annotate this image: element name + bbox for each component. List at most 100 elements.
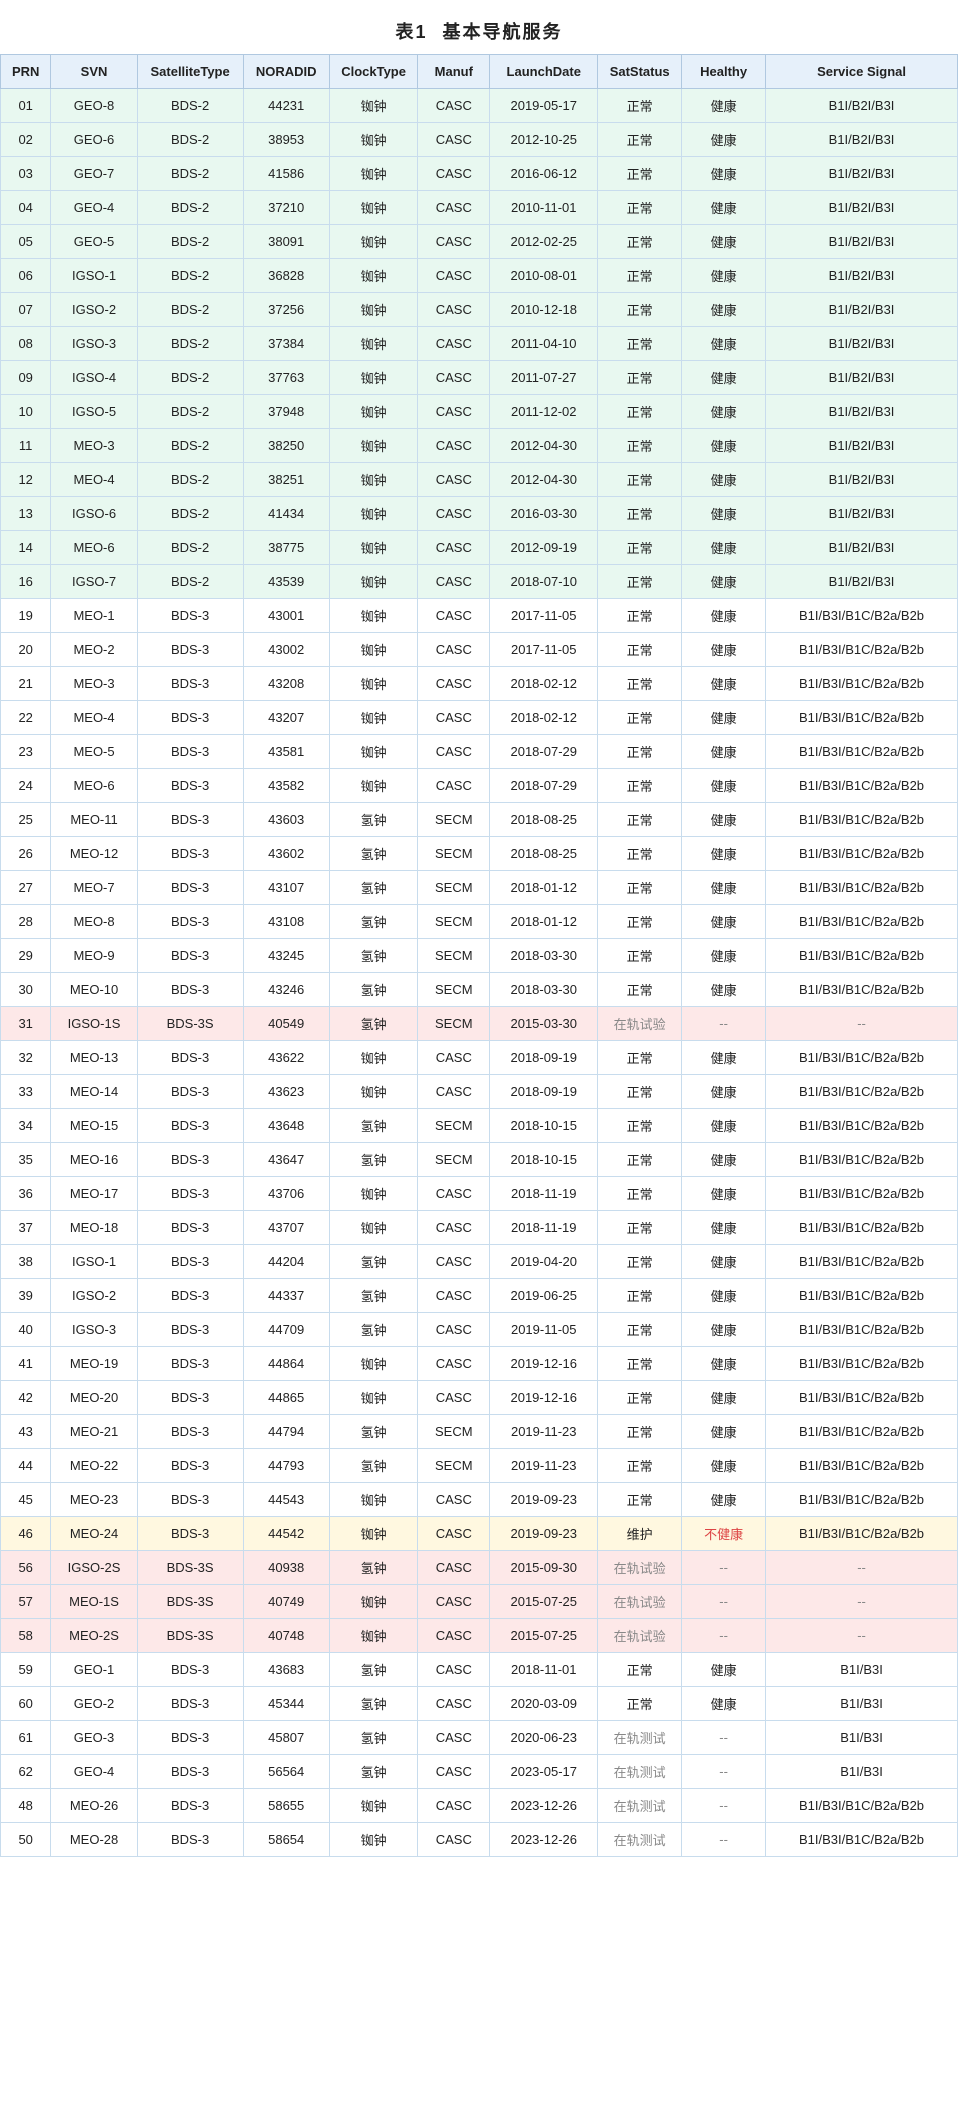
cell-signal: B1I/B2I/B3I — [766, 361, 958, 395]
cell-launch: 2011-12-02 — [490, 395, 598, 429]
cell-sattype: BDS-3 — [137, 905, 243, 939]
cell-noradid: 37763 — [243, 361, 329, 395]
cell-prn: 10 — [1, 395, 51, 429]
cell-clock: 铷钟 — [329, 463, 417, 497]
cell-sattype: BDS-3 — [137, 735, 243, 769]
cell-satstatus: 正常 — [598, 293, 682, 327]
cell-launch: 2019-11-23 — [490, 1449, 598, 1483]
table-row: 58MEO-2SBDS-3S40748铷钟CASC2015-07-25在轨试验-… — [1, 1619, 958, 1653]
cell-healthy: 健康 — [682, 1381, 766, 1415]
cell-healthy: 健康 — [682, 735, 766, 769]
cell-sattype: BDS-2 — [137, 293, 243, 327]
cell-manuf: CASC — [418, 1279, 490, 1313]
cell-healthy: 健康 — [682, 191, 766, 225]
cell-svn: MEO-8 — [51, 905, 137, 939]
cell-prn: 05 — [1, 225, 51, 259]
cell-noradid: 44543 — [243, 1483, 329, 1517]
cell-healthy: -- — [682, 1789, 766, 1823]
cell-clock: 铷钟 — [329, 497, 417, 531]
cell-signal: B1I/B3I/B1C/B2a/B2b — [766, 1347, 958, 1381]
cell-satstatus: 正常 — [598, 837, 682, 871]
cell-prn: 42 — [1, 1381, 51, 1415]
cell-prn: 62 — [1, 1755, 51, 1789]
col-header-prn: PRN — [1, 55, 51, 89]
cell-signal: B1I/B3I/B1C/B2a/B2b — [766, 701, 958, 735]
cell-noradid: 43208 — [243, 667, 329, 701]
cell-noradid: 38775 — [243, 531, 329, 565]
cell-prn: 21 — [1, 667, 51, 701]
cell-sattype: BDS-3 — [137, 1381, 243, 1415]
cell-prn: 41 — [1, 1347, 51, 1381]
cell-sattype: BDS-2 — [137, 395, 243, 429]
cell-prn: 23 — [1, 735, 51, 769]
cell-manuf: SECM — [418, 1415, 490, 1449]
cell-prn: 14 — [1, 531, 51, 565]
cell-satstatus: 正常 — [598, 1211, 682, 1245]
cell-launch: 2019-11-23 — [490, 1415, 598, 1449]
col-header-satstatus: SatStatus — [598, 55, 682, 89]
cell-sattype: BDS-3 — [137, 1449, 243, 1483]
cell-launch: 2018-07-29 — [490, 769, 598, 803]
cell-svn: IGSO-5 — [51, 395, 137, 429]
cell-launch: 2010-11-01 — [490, 191, 598, 225]
cell-prn: 13 — [1, 497, 51, 531]
cell-healthy: 健康 — [682, 565, 766, 599]
cell-noradid: 43683 — [243, 1653, 329, 1687]
cell-satstatus: 在轨测试 — [598, 1823, 682, 1857]
table-row: 13IGSO-6BDS-241434铷钟CASC2016-03-30正常健康B1… — [1, 497, 958, 531]
cell-manuf: SECM — [418, 973, 490, 1007]
cell-prn: 50 — [1, 1823, 51, 1857]
cell-launch: 2020-03-09 — [490, 1687, 598, 1721]
cell-launch: 2018-03-30 — [490, 939, 598, 973]
cell-signal: B1I/B3I/B1C/B2a/B2b — [766, 973, 958, 1007]
cell-manuf: CASC — [418, 157, 490, 191]
table-row: 20MEO-2BDS-343002铷钟CASC2017-11-05正常健康B1I… — [1, 633, 958, 667]
table-row: 40IGSO-3BDS-344709氢钟CASC2019-11-05正常健康B1… — [1, 1313, 958, 1347]
cell-clock: 氢钟 — [329, 1755, 417, 1789]
cell-prn: 38 — [1, 1245, 51, 1279]
cell-signal: B1I/B3I/B1C/B2a/B2b — [766, 1449, 958, 1483]
cell-clock: 铷钟 — [329, 667, 417, 701]
cell-noradid: 43539 — [243, 565, 329, 599]
table-row: 31IGSO-1SBDS-3S40549氢钟SECM2015-03-30在轨试验… — [1, 1007, 958, 1041]
cell-launch: 2015-03-30 — [490, 1007, 598, 1041]
cell-prn: 12 — [1, 463, 51, 497]
cell-launch: 2018-02-12 — [490, 701, 598, 735]
cell-prn: 58 — [1, 1619, 51, 1653]
cell-healthy: 健康 — [682, 463, 766, 497]
cell-noradid: 44793 — [243, 1449, 329, 1483]
table-row: 29MEO-9BDS-343245氢钟SECM2018-03-30正常健康B1I… — [1, 939, 958, 973]
cell-healthy: 健康 — [682, 89, 766, 123]
cell-launch: 2019-04-20 — [490, 1245, 598, 1279]
table-row: 22MEO-4BDS-343207铷钟CASC2018-02-12正常健康B1I… — [1, 701, 958, 735]
cell-healthy: -- — [682, 1823, 766, 1857]
cell-healthy: 健康 — [682, 973, 766, 1007]
cell-clock: 氢钟 — [329, 1143, 417, 1177]
table-row: 50MEO-28BDS-358654铷钟CASC2023-12-26在轨测试--… — [1, 1823, 958, 1857]
cell-satstatus: 在轨试验 — [598, 1585, 682, 1619]
cell-svn: MEO-15 — [51, 1109, 137, 1143]
cell-prn: 36 — [1, 1177, 51, 1211]
cell-manuf: CASC — [418, 463, 490, 497]
cell-healthy: 健康 — [682, 327, 766, 361]
cell-manuf: CASC — [418, 1619, 490, 1653]
cell-manuf: CASC — [418, 259, 490, 293]
cell-prn: 27 — [1, 871, 51, 905]
cell-satstatus: 正常 — [598, 89, 682, 123]
cell-manuf: CASC — [418, 1585, 490, 1619]
cell-healthy: 健康 — [682, 1211, 766, 1245]
cell-sattype: BDS-2 — [137, 191, 243, 225]
cell-signal: B1I/B3I/B1C/B2a/B2b — [766, 1245, 958, 1279]
table-row: 21MEO-3BDS-343208铷钟CASC2018-02-12正常健康B1I… — [1, 667, 958, 701]
cell-satstatus: 在轨测试 — [598, 1789, 682, 1823]
cell-satstatus: 正常 — [598, 191, 682, 225]
cell-clock: 铷钟 — [329, 633, 417, 667]
cell-healthy: 健康 — [682, 769, 766, 803]
cell-satstatus: 正常 — [598, 157, 682, 191]
cell-healthy: 健康 — [682, 361, 766, 395]
table-row: 35MEO-16BDS-343647氢钟SECM2018-10-15正常健康B1… — [1, 1143, 958, 1177]
table-row: 60GEO-2BDS-345344氢钟CASC2020-03-09正常健康B1I… — [1, 1687, 958, 1721]
col-header-healthy: Healthy — [682, 55, 766, 89]
cell-clock: 铷钟 — [329, 1585, 417, 1619]
cell-prn: 02 — [1, 123, 51, 157]
